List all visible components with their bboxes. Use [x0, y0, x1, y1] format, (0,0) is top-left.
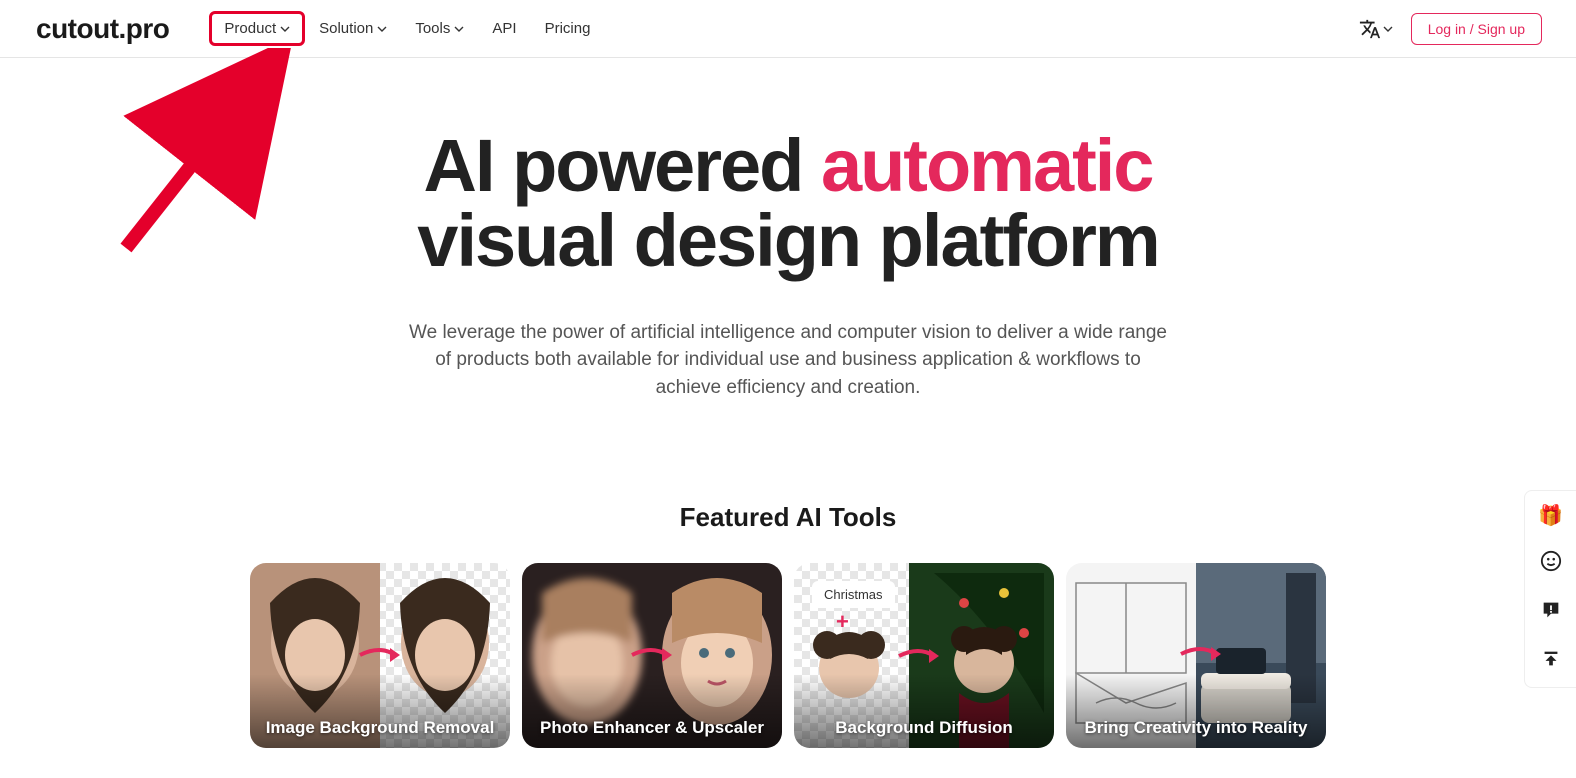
gift-icon[interactable]: 🎁 — [1538, 503, 1563, 528]
nav-item-label: Pricing — [545, 20, 591, 37]
hero-title-accent: automatic — [821, 124, 1153, 207]
section-title: Featured AI Tools — [0, 502, 1576, 533]
hero: AI powered automatic visual design platf… — [0, 58, 1576, 432]
language-selector[interactable] — [1359, 18, 1393, 40]
chevron-down-icon — [377, 26, 387, 32]
nav-item-tools[interactable]: Tools — [401, 12, 478, 45]
nav-item-api[interactable]: API — [478, 12, 530, 45]
side-widgets: 🎁 — [1524, 490, 1576, 688]
chevron-down-icon — [454, 26, 464, 32]
arrow-right-icon — [355, 640, 405, 670]
login-signup-button[interactable]: Log in / Sign up — [1411, 13, 1542, 45]
chevron-down-icon — [280, 26, 290, 32]
face-icon[interactable] — [1540, 550, 1562, 577]
plus-icon: + — [836, 609, 849, 635]
logo[interactable]: cutout.pro — [36, 13, 169, 45]
hero-title-part2: visual design platform — [417, 199, 1158, 282]
nav-item-label: Solution — [319, 20, 373, 37]
hero-title: AI powered automatic visual design platf… — [338, 128, 1238, 279]
scroll-top-icon[interactable] — [1540, 648, 1562, 675]
card-creativity[interactable]: Bring Creativity into Reality — [1066, 563, 1326, 748]
nav-item-label: Product — [224, 20, 276, 37]
nav-right: Log in / Sign up — [1359, 13, 1542, 45]
card-bg-removal[interactable]: Image Background Removal — [250, 563, 510, 748]
nav-item-label: API — [492, 20, 516, 37]
feedback-icon[interactable] — [1540, 599, 1562, 626]
nav-item-label: Tools — [415, 20, 450, 37]
arrow-right-icon — [1176, 639, 1226, 669]
card-label: Image Background Removal — [250, 718, 510, 738]
translate-icon — [1359, 18, 1381, 40]
card-enhancer[interactable]: Photo Enhancer & Upscaler — [522, 563, 782, 748]
card-bg-diffusion[interactable]: Christmas + Background Diffusion — [794, 563, 1054, 748]
nav-item-solution[interactable]: Solution — [305, 12, 401, 45]
nav-items: Product Solution Tools API Pricing — [209, 11, 604, 46]
nav-item-pricing[interactable]: Pricing — [531, 12, 605, 45]
nav-item-product[interactable]: Product — [209, 11, 305, 46]
cards-row: Image Background Removal Photo Enhancer … — [0, 563, 1576, 778]
card-label: Background Diffusion — [794, 718, 1054, 738]
card-label: Bring Creativity into Reality — [1066, 718, 1326, 738]
chevron-down-icon — [1383, 26, 1393, 32]
hero-subtitle: We leverage the power of artificial inte… — [408, 319, 1168, 402]
card-badge: Christmas — [812, 581, 895, 608]
arrow-right-icon — [627, 640, 677, 670]
top-nav: cutout.pro Product Solution Tools API Pr… — [0, 0, 1576, 58]
hero-title-part1: AI powered — [424, 124, 821, 207]
card-label: Photo Enhancer & Upscaler — [522, 718, 782, 738]
arrow-right-icon — [894, 641, 944, 671]
